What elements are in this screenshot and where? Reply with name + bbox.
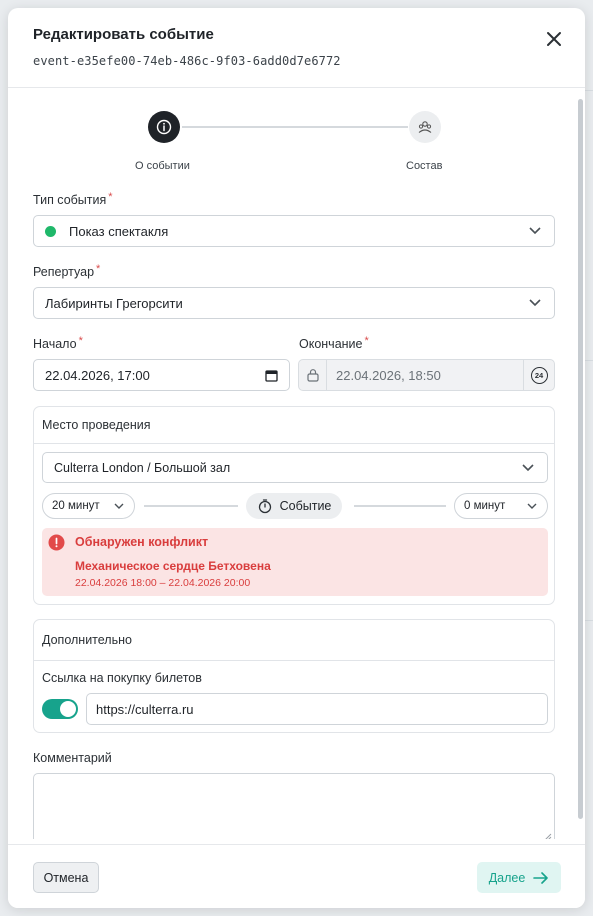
next-button-label: Далее — [488, 870, 526, 885]
modal-title: Редактировать событие — [33, 26, 214, 43]
stopwatch-icon — [258, 499, 271, 514]
end-datetime-value: 22.04.2026, 18:50 — [336, 367, 441, 383]
chevron-down-icon — [114, 503, 124, 509]
alert-icon — [48, 534, 65, 551]
stepper-line — [182, 126, 408, 128]
venue-panel-title: Место проведения — [34, 407, 554, 444]
before-buffer-select[interactable]: 20 минут — [42, 493, 135, 519]
event-type-label: Тип события * — [33, 191, 113, 207]
scrollbar[interactable] — [578, 99, 583, 819]
modal-body: О событии Состав Тип события * Показ спек… — [8, 89, 585, 839]
conflict-event-time: 22.04.2026 18:00 – 22.04.2026 20:00 — [75, 577, 251, 589]
ticket-link-label: Ссылка на покупку билетов — [42, 671, 202, 685]
conflict-event-name[interactable]: Механическое сердце Бетховена — [75, 559, 271, 573]
ticket-link-input[interactable]: https://culterra.ru — [86, 693, 548, 725]
lock-icon — [299, 360, 327, 390]
after-buffer-select[interactable]: 0 минут — [454, 493, 548, 519]
start-label: Начало * — [33, 335, 83, 351]
chevron-down-icon — [529, 227, 541, 235]
ticket-link-value: https://culterra.ru — [96, 701, 194, 717]
additional-panel: Дополнительно Ссылка на покупку билетов … — [33, 619, 555, 733]
chevron-down-icon — [522, 464, 534, 472]
after-buffer-value: 0 минут — [464, 500, 506, 512]
status-dot — [45, 225, 56, 237]
close-icon[interactable] — [545, 30, 563, 48]
resize-handle-icon[interactable] — [544, 833, 552, 839]
comment-textarea[interactable] — [33, 773, 555, 839]
end-datetime-input: 22.04.2026, 18:50 24 — [298, 359, 555, 391]
event-id: event-e35efe00-74eb-486c-9f03-6add0d7e67… — [33, 54, 341, 68]
cancel-button[interactable]: Отмена — [33, 862, 99, 893]
chevron-down-icon — [529, 299, 541, 307]
calendar-icon[interactable] — [265, 369, 278, 382]
start-datetime-input[interactable]: 22.04.2026, 17:00 — [33, 359, 290, 391]
event-duration-chip: Событие — [246, 493, 342, 519]
start-datetime-value: 22.04.2026, 17:00 — [45, 367, 150, 383]
chevron-down-icon — [527, 503, 537, 509]
repertoire-select[interactable]: Лабиринты Грегорсити — [33, 287, 555, 319]
step-about-event-label: О событии — [135, 160, 190, 172]
venue-value: Culterra London / Большой зал — [54, 460, 231, 475]
additional-panel-title: Дополнительно — [34, 620, 554, 661]
auto-duration-button[interactable]: 24 — [523, 360, 554, 390]
step-about-event[interactable] — [148, 111, 180, 143]
comment-label: Комментарий — [33, 751, 112, 765]
info-icon — [156, 119, 172, 135]
edit-event-modal: Редактировать событие event-e35efe00-74e… — [8, 8, 585, 908]
modal-footer: Отмена Далее — [8, 844, 585, 908]
clock-24-icon: 24 — [530, 366, 548, 384]
conflict-title: Обнаружен конфликт — [75, 535, 209, 549]
event-type-value: Показ спектакля — [69, 223, 169, 239]
event-duration-label: Событие — [279, 499, 332, 513]
conflict-alert: Обнаружен конфликт Механическое сердце Б… — [42, 528, 548, 596]
venue-select[interactable]: Culterra London / Большой зал — [42, 452, 548, 483]
repertoire-label: Репертуар * — [33, 263, 101, 279]
arrow-right-icon — [533, 871, 549, 884]
timeline-line-left — [144, 505, 238, 507]
event-type-select[interactable]: Показ спектакля — [33, 215, 555, 247]
people-icon — [418, 121, 432, 133]
timeline-line-right — [354, 505, 446, 507]
ticket-link-toggle[interactable] — [42, 699, 78, 719]
next-button[interactable]: Далее — [477, 862, 561, 893]
repertoire-value: Лабиринты Грегорсити — [45, 295, 183, 311]
step-cast[interactable] — [409, 111, 441, 143]
before-buffer-value: 20 минут — [52, 500, 100, 512]
modal-header: Редактировать событие event-e35efe00-74e… — [8, 8, 585, 88]
end-label: Окончание * — [299, 335, 369, 351]
venue-panel: Место проведения Culterra London / Больш… — [33, 406, 555, 605]
step-cast-label: Состав — [406, 160, 443, 172]
